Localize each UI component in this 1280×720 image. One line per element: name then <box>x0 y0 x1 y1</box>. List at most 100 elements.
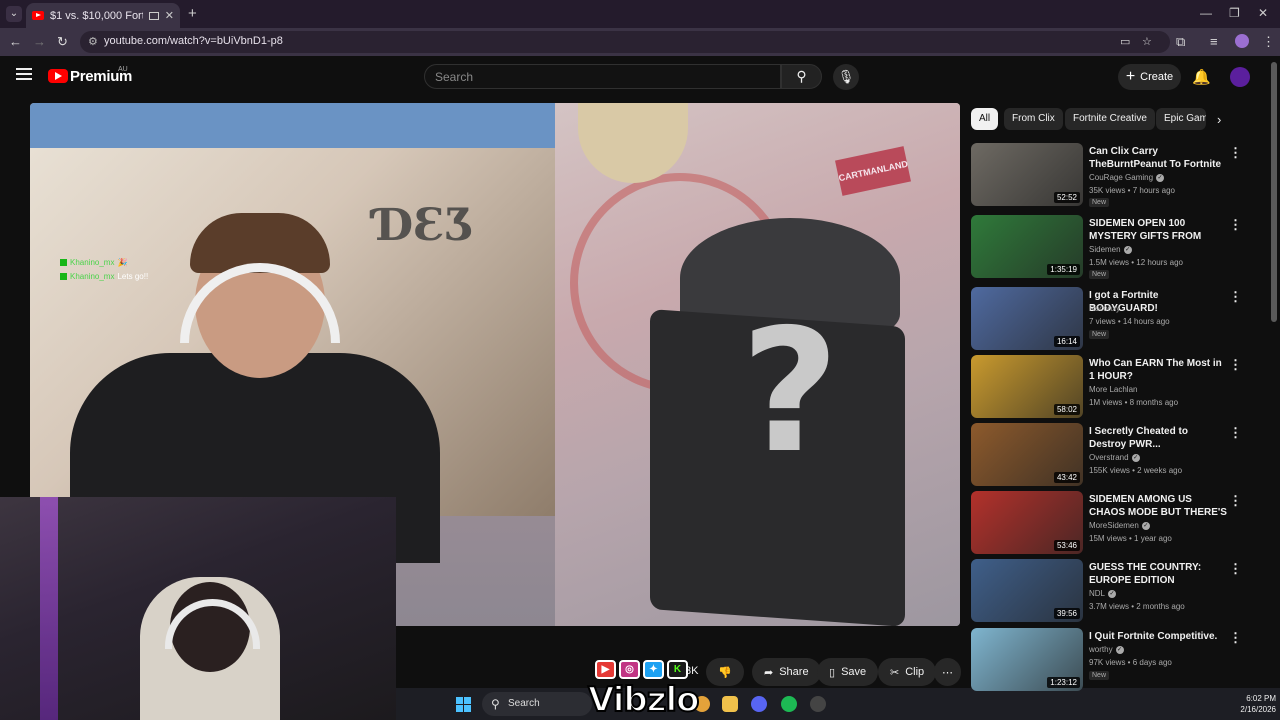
file-explorer-icon[interactable] <box>722 696 738 712</box>
discord-icon[interactable] <box>751 696 767 712</box>
reload-icon[interactable]: ↻ <box>57 34 68 50</box>
more-options-icon[interactable]: ⋮ <box>1229 145 1242 161</box>
search-button[interactable]: ⚲ <box>781 64 822 89</box>
minimize-icon[interactable]: — <box>1200 6 1212 20</box>
more-actions-button[interactable]: ⋯ <box>934 658 961 686</box>
spotify-icon[interactable] <box>781 696 797 712</box>
extensions-icon[interactable]: ⧉ <box>1176 34 1185 50</box>
video-thumbnail[interactable]: 58:02 <box>971 355 1083 418</box>
forward-icon[interactable]: → <box>33 34 46 49</box>
list-item[interactable]: 52:52 Can Clix Carry TheBurntPeanut To F… <box>971 143 1251 207</box>
stream-chat-overlay: Khanino_mx 🎉 Khanino_mx Lets go!! <box>60 256 148 284</box>
search-input[interactable] <box>425 65 780 88</box>
channel-name[interactable]: More Lachlan <box>1089 385 1137 394</box>
video-thumbnail[interactable]: 43:42 <box>971 423 1083 486</box>
video-title[interactable]: GUESS THE COUNTRY: EUROPE EDITION <box>1089 561 1227 587</box>
restore-icon[interactable]: ❐ <box>1229 6 1240 20</box>
media-controls-icon[interactable]: ≡ <box>1210 34 1218 49</box>
chip-epic-games[interactable]: Epic Gam <box>1156 108 1206 130</box>
verified-icon: ✓ <box>1141 521 1150 530</box>
chip-all[interactable]: All <box>971 108 999 130</box>
channel-name[interactable]: Reconxy <box>1089 304 1120 313</box>
browser-tab[interactable]: $1 vs. $10,000 Fortnite Duo ✕ <box>26 3 180 28</box>
microphone-icon: 🎙 <box>837 69 855 84</box>
bookmark-star-icon[interactable]: ☆ <box>1142 35 1152 48</box>
video-title[interactable]: I Quit Fortnite Competitive. <box>1089 630 1227 643</box>
channel-name[interactable]: Sidemen ✓ <box>1089 245 1132 254</box>
video-meta: 15M views • 1 year ago <box>1089 534 1172 543</box>
chat-text: Lets go!! <box>117 272 149 281</box>
more-options-icon[interactable]: ⋮ <box>1229 630 1242 646</box>
omnibox[interactable]: ⚙ youtube.com/watch?v=bUiVbnD1-p8 ▭ ☆ <box>80 31 1170 53</box>
share-icon: ➦ <box>764 666 774 679</box>
list-item[interactable]: 39:56 GUESS THE COUNTRY: EUROPE EDITION … <box>971 559 1251 623</box>
list-item[interactable]: 1:23:12 I Quit Fortnite Competitive. wor… <box>971 628 1251 692</box>
clip-button[interactable]: ✂ Clip <box>878 658 937 686</box>
media-playing-icon[interactable] <box>148 11 159 20</box>
chip-from-clix[interactable]: From Clix <box>1004 108 1063 130</box>
windows-start-icon[interactable] <box>456 697 471 712</box>
back-icon[interactable]: ← <box>9 34 22 49</box>
list-item[interactable]: 43:42 I Secretly Cheated to Destroy PWR.… <box>971 423 1251 487</box>
channel-name[interactable]: CouRage Gaming ✓ <box>1089 173 1165 182</box>
list-item[interactable]: 58:02 Who Can EARN The Most in 1 HOUR? M… <box>971 355 1251 419</box>
video-thumbnail[interactable]: 1:35:19 <box>971 215 1083 278</box>
dislike-button[interactable]: 👎 <box>706 658 744 686</box>
address-bar-row: ← → ↻ ⚙ youtube.com/watch?v=bUiVbnD1-p8 … <box>0 28 1280 56</box>
account-avatar[interactable] <box>1230 67 1250 87</box>
more-options-icon[interactable]: ⋮ <box>1229 217 1242 233</box>
new-badge: New <box>1089 330 1110 339</box>
chevron-right-icon[interactable]: › <box>1217 112 1221 127</box>
channel-name[interactable]: MoreSidemen ✓ <box>1089 521 1150 530</box>
channel-name[interactable]: NDL ✓ <box>1089 589 1117 598</box>
taskbar-search[interactable]: Search <box>482 692 592 716</box>
save-button[interactable]: ▯ Save <box>817 658 879 686</box>
youtube-logo-icon[interactable] <box>48 69 68 83</box>
url-text[interactable]: youtube.com/watch?v=bUiVbnD1-p8 <box>104 35 283 47</box>
list-item[interactable]: 1:35:19 SIDEMEN OPEN 100 MYSTERY GIFTS F… <box>971 215 1251 279</box>
app-icon[interactable] <box>810 696 826 712</box>
video-title[interactable]: Can Clix Carry TheBurntPeanut To Fortnit… <box>1089 145 1227 172</box>
tab-search-dropdown[interactable]: ⌄ <box>6 6 22 22</box>
tab-title: $1 vs. $10,000 Fortnite Duo <box>50 9 143 22</box>
voice-search-button[interactable]: 🎙 <box>833 64 859 90</box>
video-thumbnail[interactable]: 53:46 <box>971 491 1083 554</box>
youtube-favicon-icon <box>32 11 44 20</box>
site-info-icon[interactable]: ⚙ <box>88 35 98 48</box>
list-item[interactable]: 53:46 SIDEMEN AMONG US CHAOS MODE BUT TH… <box>971 491 1251 555</box>
new-tab-icon[interactable]: + <box>188 5 197 22</box>
cast-icon[interactable]: ▭ <box>1120 35 1130 48</box>
tab-close-icon[interactable]: ✕ <box>165 9 174 22</box>
chip-fortnite-creative[interactable]: Fortnite Creative <box>1065 108 1155 130</box>
video-title[interactable]: Who Can EARN The Most in 1 HOUR? <box>1089 357 1227 383</box>
create-button[interactable]: + Create <box>1118 64 1181 90</box>
video-thumbnail[interactable]: 1:23:12 <box>971 628 1083 691</box>
video-title[interactable]: SIDEMEN AMONG US CHAOS MODE BUT THERE'S … <box>1089 493 1227 520</box>
menu-icon[interactable] <box>16 68 32 82</box>
video-title[interactable]: SIDEMEN OPEN 100 MYSTERY GIFTS FROM SUBS… <box>1089 217 1227 244</box>
video-title[interactable]: I Secretly Cheated to Destroy PWR... <box>1089 425 1227 451</box>
twitter-icon: ✦ <box>643 660 664 679</box>
more-options-icon[interactable]: ⋮ <box>1229 561 1242 577</box>
browser-menu-icon[interactable]: ⋮ <box>1262 34 1275 50</box>
more-options-icon[interactable]: ⋮ <box>1229 289 1242 305</box>
profile-avatar[interactable] <box>1235 34 1249 48</box>
list-item[interactable]: 16:14 I got a Fortnite BODYGUARD! Reconx… <box>971 287 1251 351</box>
clock-date: 2/16/2026 <box>1240 705 1276 714</box>
more-options-icon[interactable]: ⋮ <box>1229 425 1242 441</box>
taskbar-clock[interactable]: 6:02 PM 2/16/2026 <box>1226 693 1276 715</box>
video-thumbnail[interactable]: 16:14 <box>971 287 1083 350</box>
window-close-icon[interactable]: ✕ <box>1258 6 1268 20</box>
more-options-icon[interactable]: ⋮ <box>1229 493 1242 509</box>
sidebar-scrollbar[interactable] <box>1271 62 1277 322</box>
search-field[interactable] <box>424 64 781 89</box>
bookmark-icon: ▯ <box>829 666 836 679</box>
channel-name[interactable]: worthy ✓ <box>1089 645 1124 654</box>
notifications-bell-icon[interactable]: 🔔 <box>1192 68 1211 86</box>
video-thumbnail[interactable]: 39:56 <box>971 559 1083 622</box>
verified-icon: ✓ <box>1156 173 1165 182</box>
more-options-icon[interactable]: ⋮ <box>1229 357 1242 373</box>
share-button[interactable]: ➦ Share <box>752 658 821 686</box>
channel-name[interactable]: Overstrand ✓ <box>1089 453 1140 462</box>
video-thumbnail[interactable]: 52:52 <box>971 143 1083 206</box>
